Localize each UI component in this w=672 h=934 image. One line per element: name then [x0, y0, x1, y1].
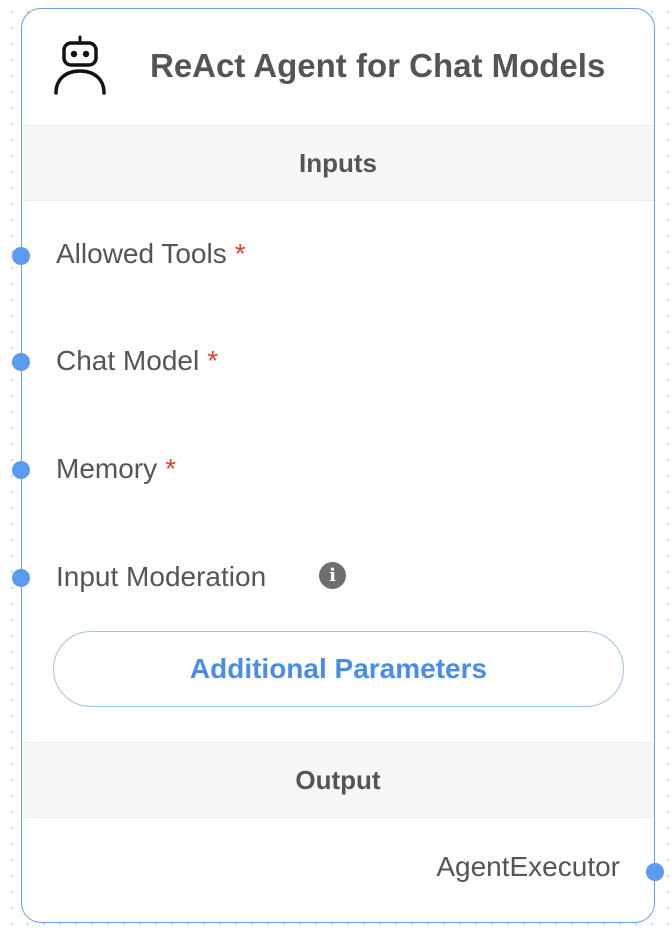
- additional-parameters-button[interactable]: Additional Parameters: [53, 631, 624, 707]
- node-title: ReAct Agent for Chat Models: [150, 47, 606, 84]
- info-icon[interactable]: i: [319, 562, 346, 589]
- output-label-agent-executor: AgentExecutor: [436, 851, 620, 882]
- output-handle-agent-executor[interactable]: [646, 863, 664, 881]
- robot-icon: [54, 35, 106, 95]
- input-label: Allowed Tools: [56, 238, 227, 269]
- input-handle-allowed-tools[interactable]: [12, 247, 30, 265]
- node-header: ReAct Agent for Chat Models: [22, 9, 654, 125]
- input-label: Chat Model: [56, 345, 200, 376]
- input-row-input-moderation: Input Moderation: [56, 557, 266, 597]
- input-row-chat-model: Chat Model *: [56, 341, 218, 381]
- input-label: Input Moderation: [56, 561, 267, 592]
- inputs-heading: Inputs: [22, 125, 654, 201]
- output-heading: Output: [22, 742, 654, 818]
- input-row-allowed-tools: Allowed Tools *: [56, 234, 246, 274]
- required-marker: *: [234, 238, 246, 269]
- input-handle-input-moderation[interactable]: [12, 569, 30, 587]
- required-marker: *: [207, 345, 219, 376]
- input-handle-chat-model[interactable]: [12, 353, 30, 371]
- input-label: Memory: [56, 453, 158, 484]
- input-handle-memory[interactable]: [12, 461, 30, 479]
- agent-node[interactable]: ReAct Agent for Chat Models Inputs Allow…: [12, 8, 664, 923]
- input-row-memory: Memory *: [56, 449, 176, 489]
- required-marker: *: [165, 453, 177, 484]
